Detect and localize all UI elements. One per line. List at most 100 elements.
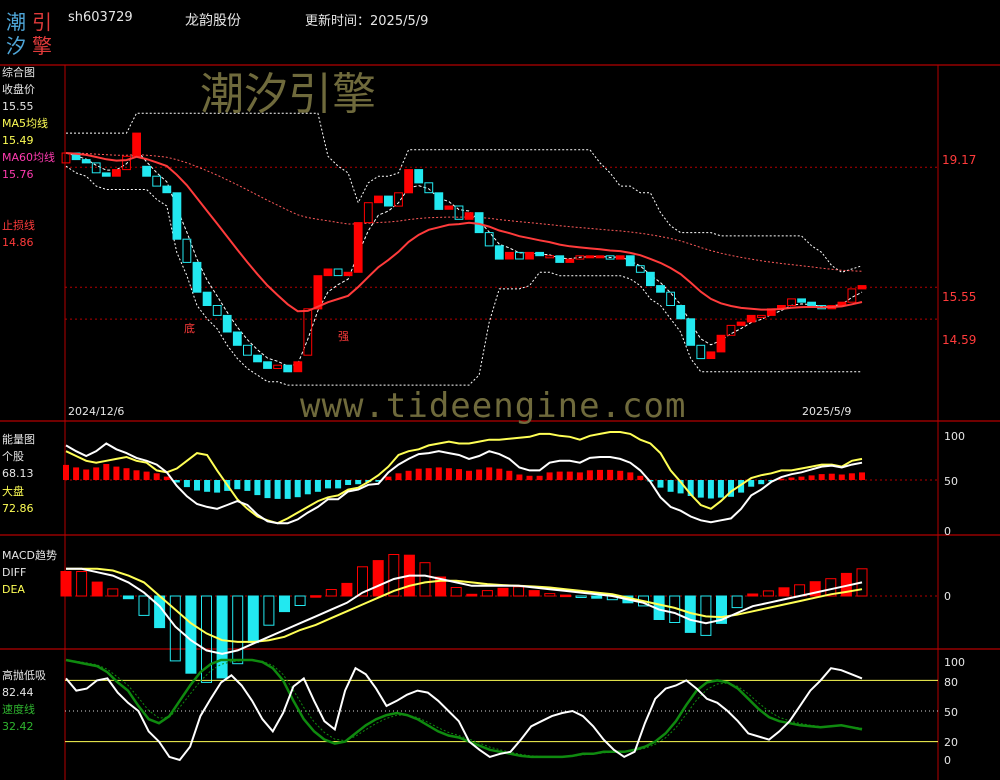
energy-bar	[536, 475, 543, 480]
stop-value: 14.86	[2, 236, 34, 249]
energy-bar	[566, 471, 573, 480]
candle	[222, 314, 232, 333]
macd-bar	[232, 595, 244, 665]
energy-bar	[103, 464, 110, 480]
energy-bar	[73, 467, 80, 480]
energy-bar	[264, 480, 271, 499]
energy-bar	[214, 480, 221, 493]
gaopao-line	[65, 666, 863, 762]
macd-bar	[279, 595, 290, 613]
candle	[656, 285, 665, 293]
candle	[273, 364, 283, 370]
macd-title: MACD趋势	[2, 549, 57, 562]
energy-bar	[355, 480, 362, 485]
macd-bar	[122, 595, 134, 600]
candle	[525, 251, 534, 260]
logo-char-3: 汐	[6, 34, 26, 58]
energy-bar	[183, 480, 190, 488]
logo-char-4: 擎	[32, 34, 52, 58]
candle	[646, 271, 655, 287]
candle	[434, 192, 444, 210]
date-end: 2025/5/9	[802, 405, 852, 418]
candle	[676, 305, 686, 320]
candle	[81, 159, 91, 164]
energy-bar	[516, 474, 523, 480]
candle	[585, 255, 595, 259]
macd-bar	[513, 586, 525, 597]
energy-bar	[425, 468, 432, 480]
gaopao-speed-label: 速度线	[2, 703, 35, 716]
energy-bar	[627, 472, 634, 480]
candle	[797, 298, 807, 303]
candle	[263, 361, 272, 369]
energy-bar	[597, 469, 603, 480]
energy-bar	[798, 476, 805, 480]
speed-line	[65, 658, 863, 759]
price-tick-low: 14.59	[942, 333, 977, 347]
candle	[686, 318, 696, 346]
annotation-bottom: 底	[184, 322, 195, 335]
energy-bar	[707, 480, 714, 499]
candle	[414, 169, 424, 184]
energy-market-label: 大盘	[2, 485, 24, 498]
macd-dea-label: DEA	[2, 583, 25, 596]
macd-bar	[91, 581, 103, 597]
energy-bar	[828, 473, 835, 480]
candle	[253, 354, 262, 363]
macd-bar	[778, 587, 790, 597]
energy-bar	[546, 472, 553, 480]
close-value: 15.55	[2, 100, 34, 113]
candle	[706, 351, 716, 359]
candle	[736, 321, 746, 326]
candle	[565, 258, 575, 263]
energy-bar	[133, 470, 140, 480]
candle	[444, 205, 454, 210]
candle	[232, 331, 242, 346]
candle	[404, 169, 414, 194]
energy-bar	[244, 480, 251, 491]
candle	[172, 192, 182, 240]
macd-bar	[560, 594, 571, 598]
candle	[545, 255, 555, 259]
energy-bar	[466, 470, 472, 480]
gaopao-title: 高抛低吸	[2, 669, 46, 682]
stop-label: 止损线	[2, 219, 35, 232]
candle	[696, 344, 706, 360]
gaopao-tick-100: 100	[944, 656, 965, 669]
energy-stock-value: 68.13	[2, 467, 34, 480]
energy-title: 能量图	[2, 433, 35, 446]
gaopao-tick-20: 20	[944, 736, 958, 749]
candle	[333, 268, 343, 277]
speed-aux-line	[65, 659, 863, 758]
candle	[61, 152, 71, 164]
candle	[857, 285, 867, 290]
energy-bar	[274, 480, 281, 499]
energy-bar	[818, 474, 825, 480]
app-logo: 潮 引 汐 擎	[6, 6, 56, 58]
energy-tick-100: 100	[944, 430, 965, 443]
energy-bar	[415, 468, 422, 480]
macd-bar	[185, 595, 197, 674]
energy-bar	[445, 468, 452, 480]
energy-bar	[556, 471, 563, 480]
macd-bar	[325, 589, 337, 597]
energy-bar	[526, 475, 533, 480]
gaopao-tick-50: 50	[944, 706, 958, 719]
energy-bar	[395, 473, 402, 480]
candle	[384, 195, 393, 207]
macd-bar	[528, 590, 540, 597]
candle	[575, 255, 585, 260]
candle	[635, 265, 645, 273]
macd-bar	[762, 590, 774, 597]
lower-band-line	[65, 165, 862, 386]
energy-market-line	[65, 431, 863, 525]
candle	[605, 255, 615, 260]
energy-bar	[163, 476, 170, 480]
candle	[303, 308, 313, 356]
candle	[494, 245, 504, 260]
candle	[91, 162, 101, 174]
main-title: 综合图	[2, 66, 35, 79]
energy-tick-50: 50	[944, 475, 958, 488]
energy-bar	[697, 480, 704, 498]
energy-bar	[254, 480, 261, 496]
